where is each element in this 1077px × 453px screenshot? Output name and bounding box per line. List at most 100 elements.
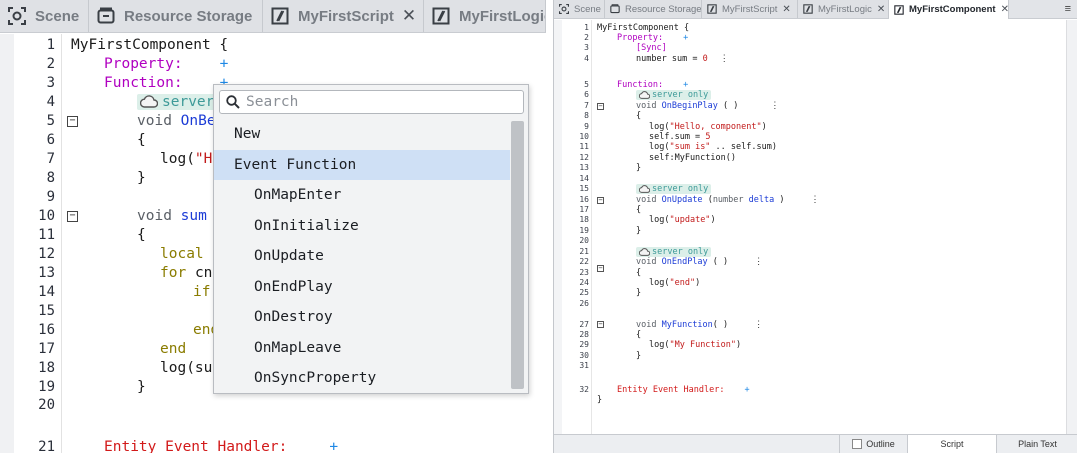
add-function-button[interactable]: +: [683, 80, 688, 90]
sync-attribute: [Sync]: [636, 43, 667, 53]
entity-event-handler-keyword: Entity Event Handler:: [617, 385, 725, 395]
close-icon[interactable]: ✕: [402, 6, 416, 26]
search-icon: [226, 95, 240, 109]
line-number: 3: [584, 43, 589, 52]
outline-checkbox[interactable]: [852, 439, 863, 449]
code-text: log(: [649, 122, 670, 132]
tab-myfirstlogic[interactable]: MyFirstLogic: [424, 0, 546, 32]
code-area[interactable]: MyFirstComponent { Property: + [Sync] num…: [597, 20, 1066, 434]
tab-myfirstscript[interactable]: MyFirstScript ✕: [263, 0, 424, 32]
tab-label: Resource Storage: [625, 3, 702, 15]
menu-item-event-function[interactable]: Event Function: [214, 150, 510, 180]
code-line: log("update"): [649, 215, 716, 225]
code-text: log(: [649, 142, 670, 152]
code-line: MyFirstComponent {: [597, 23, 690, 33]
menu-item-new[interactable]: New: [214, 119, 510, 149]
line-number: 1: [46, 37, 55, 53]
add-event-handler-button[interactable]: +: [744, 385, 749, 395]
cloud-icon: [140, 95, 158, 108]
code-line: Function: +: [104, 75, 228, 91]
code-text: .. self.sum): [710, 142, 777, 152]
tab-resource-storage[interactable]: Resource Storage: [89, 0, 263, 32]
function-name: OnUpdate: [661, 195, 703, 205]
cloud-icon: [639, 91, 650, 99]
code-line: server only: [636, 247, 712, 257]
string-literal: "My Function": [669, 340, 737, 350]
code-line: }: [636, 351, 642, 361]
tab-myfirstscript[interactable]: MyFirstScript ✕: [702, 0, 798, 18]
menu-item-onendplay[interactable]: OnEndPlay: [214, 272, 510, 302]
local-keyword: local: [160, 246, 204, 262]
right-script-editor: Scene Resource Storage MyFirstScript ✕ M…: [553, 0, 1077, 453]
line-number: 3: [46, 75, 55, 91]
scene-icon: [8, 7, 26, 25]
badge-label: server: [162, 94, 215, 110]
vertical-scrollbar[interactable]: [1066, 20, 1077, 434]
tab-label: MyFirstScript: [722, 3, 778, 15]
code-text: ( ): [712, 257, 729, 267]
code-line: }: [636, 226, 642, 236]
tab-scene[interactable]: Scene: [0, 0, 89, 32]
void-keyword: void: [636, 320, 657, 330]
code-line: {: [636, 205, 642, 215]
code-line: log("My Function"): [649, 340, 741, 350]
add-property-button[interactable]: +: [683, 33, 688, 43]
code-line: end: [160, 341, 186, 357]
code-text: MyFirstComponent {: [71, 37, 229, 53]
tab-myfirstlogic[interactable]: MyFirstLogic ✕: [798, 0, 889, 18]
line-number: 5: [584, 80, 589, 89]
add-property-button[interactable]: +: [220, 56, 229, 72]
more-options-icon[interactable]: ⋮: [754, 257, 763, 267]
hamburger-icon[interactable]: ≡: [1065, 3, 1071, 15]
line-number: 13: [579, 163, 589, 172]
menu-item-ondestroy[interactable]: OnDestroy: [214, 302, 510, 332]
menu-item-onupdate[interactable]: OnUpdate: [214, 241, 510, 271]
line-number: 27: [579, 320, 589, 329]
menu-item-oninitialize[interactable]: OnInitialize: [214, 211, 510, 241]
function-name: MyFunction: [661, 320, 713, 330]
line-number: 23: [579, 268, 589, 277]
function-name: OnEndPlay: [661, 257, 708, 267]
line-number: 5: [46, 113, 55, 129]
tab-plain-text[interactable]: Plain Text: [996, 435, 1077, 453]
property-keyword: Property:: [104, 56, 183, 72]
server-only-badge: server: [137, 94, 218, 110]
tab-label: Outline: [866, 439, 895, 449]
more-options-icon[interactable]: ⋮: [720, 54, 729, 64]
tab-script[interactable]: Script: [907, 435, 996, 453]
line-number: 4: [46, 94, 55, 110]
more-options-icon[interactable]: ⋮: [770, 101, 779, 111]
dropdown-scrollbar[interactable]: [511, 121, 524, 389]
line-number: 13: [38, 265, 55, 281]
tab-label: MyFirstLogic: [459, 7, 546, 25]
code-editor[interactable]: 1 2 3 4 5 6 7 8 9 10 11 12 13 14 15 16 1…: [554, 20, 1066, 434]
tab-resource-storage[interactable]: Resource Storage: [605, 0, 702, 18]
line-number: 9: [46, 189, 55, 205]
menu-item-onsyncproperty[interactable]: OnSyncProperty: [214, 363, 510, 393]
close-icon[interactable]: ✕: [782, 4, 790, 15]
code-line: {: [137, 227, 146, 243]
void-keyword: void: [137, 208, 172, 224]
more-options-icon[interactable]: ⋮: [811, 195, 820, 205]
script-icon: [894, 4, 904, 15]
menu-item-onmapenter[interactable]: OnMapEnter: [214, 180, 510, 210]
code-text: self.sum =: [649, 132, 701, 142]
close-icon[interactable]: ✕: [877, 4, 885, 15]
close-icon[interactable]: ✕: [1001, 4, 1008, 15]
code-line: server only: [636, 90, 712, 100]
gutter-strip: [0, 34, 14, 453]
tab-outline[interactable]: Outline: [839, 435, 907, 453]
more-options-icon[interactable]: ⋮: [754, 320, 763, 330]
line-number: 18: [38, 360, 55, 376]
code-line: for cnt: [160, 265, 221, 281]
menu-item-onmapleave[interactable]: OnMapLeave: [214, 333, 510, 363]
line-number: 17: [38, 341, 55, 357]
search-input[interactable]: Search: [219, 90, 524, 114]
code-line: [Sync]: [636, 43, 667, 53]
tab-myfirstcomponent[interactable]: MyFirstComponent ✕: [889, 0, 1009, 19]
add-event-handler-button[interactable]: +: [329, 439, 338, 453]
code-text: ): [761, 122, 767, 132]
code-text: ): [736, 340, 742, 350]
script-icon: [432, 7, 450, 25]
tab-scene[interactable]: Scene: [554, 0, 605, 18]
